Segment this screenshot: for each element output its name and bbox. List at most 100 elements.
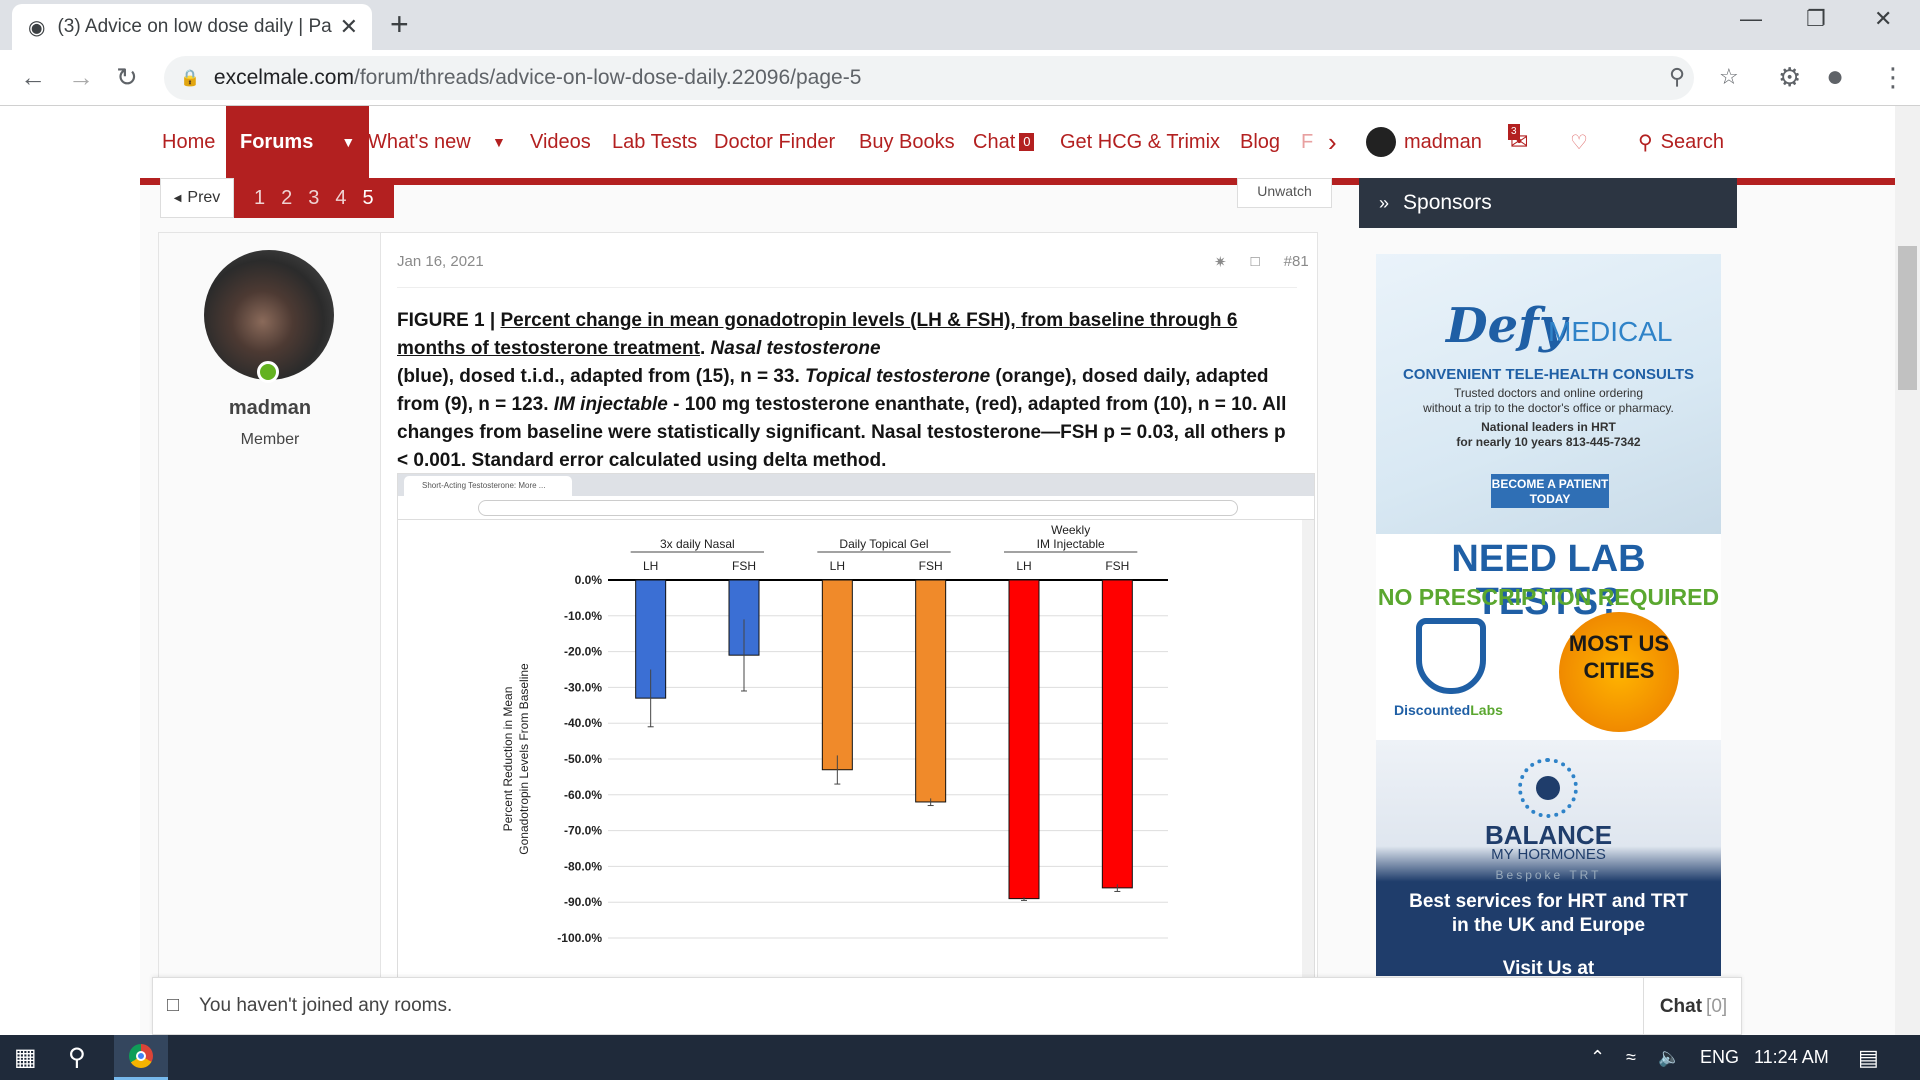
inbox-icon[interactable]: ✉ 3 <box>1508 106 1528 178</box>
discounted-labs-ad[interactable]: NEED LAB TESTS? NO PRESCRIPTION REQUIRED… <box>1376 534 1721 740</box>
y-tick-label: -30.0% <box>564 680 602 694</box>
nav-blog[interactable]: Blog <box>1240 106 1280 178</box>
page-1-link[interactable]: 1 <box>254 187 265 210</box>
nav-chat[interactable]: Chat 0 <box>973 106 1035 178</box>
nav-more[interactable]: F <box>1301 106 1313 178</box>
prev-page-button[interactable]: ◀ Prev <box>160 178 234 218</box>
sponsors-title: Sponsors <box>1403 191 1492 214</box>
embedded-screenshot[interactable]: Short-Acting Testosterone: More ... 0.0%… <box>397 473 1315 993</box>
y-tick-label: -50.0% <box>564 752 602 766</box>
embedded-scrollbar <box>1302 520 1314 992</box>
forward-icon[interactable]: → <box>68 62 94 92</box>
y-tick-label: 0.0% <box>575 573 603 587</box>
avatar <box>1366 127 1396 157</box>
chat-toggle-button[interactable]: Chat [0] <box>1643 978 1743 1036</box>
category-label: LH <box>1016 559 1031 573</box>
embedded-address-bar <box>478 500 1238 516</box>
bookmark-star-icon[interactable]: ☆ <box>1719 64 1739 90</box>
window-close-icon[interactable]: ✕ <box>1874 6 1892 32</box>
page-5-link[interactable]: 5 <box>363 187 374 210</box>
flask-icon <box>1416 618 1486 694</box>
nav-home[interactable]: Home <box>162 106 215 178</box>
nav-videos[interactable]: Videos <box>530 106 591 178</box>
forum-post: madman Member Jan 16, 2021 ✷ □ #81 FIGUR… <box>158 232 1318 993</box>
category-label: FSH <box>1105 559 1129 573</box>
language-indicator[interactable]: ENG <box>1700 1035 1739 1080</box>
prev-label: Prev <box>187 189 221 206</box>
tray-chevron-icon[interactable]: ⌃ <box>1590 1035 1605 1080</box>
category-label: LH <box>830 559 845 573</box>
post-date[interactable]: Jan 16, 2021 <box>397 253 484 270</box>
post-meta-divider <box>397 287 1297 288</box>
ad1-headline: CONVENIENT TELE-HEALTH CONSULTS <box>1402 366 1695 383</box>
menu-dots-icon[interactable]: ⋮ <box>1880 62 1906 92</box>
ad1-text: Trusted doctors and online ordering witho… <box>1423 386 1674 415</box>
share-icon[interactable]: ✷ <box>1214 253 1227 271</box>
nav-forums[interactable]: Forums ▼ <box>226 106 370 178</box>
page-3-link[interactable]: 3 <box>308 187 319 210</box>
nav-lab-tests[interactable]: Lab Tests <box>612 106 697 178</box>
post-user-panel: madman Member <box>159 233 381 993</box>
gonadotropin-chart: 0.0% -10.0% -20.0% -30.0% -40.0% -50.0% -60.0%… <box>501 523 1168 945</box>
scrollbar-thumb[interactable] <box>1898 246 1917 390</box>
post-username[interactable]: madman <box>159 397 381 420</box>
ad1-cta-button[interactable]: BECOME A PATIENT TODAY <box>1491 474 1609 508</box>
address-bar[interactable]: 🔒 excelmale.com/forum/threads/advice-on-… <box>164 56 1739 100</box>
defy-medical-ad[interactable]: Defy MEDICAL CONVENIENT TELE-HEALTH CONS… <box>1376 254 1721 534</box>
nav-search[interactable]: ⚲ Search <box>1638 106 1724 178</box>
search-icon: ⚲ <box>1638 131 1653 154</box>
group-label: IM Injectable <box>1037 537 1105 551</box>
ad3-tagline: Bespoke TRT <box>1495 868 1602 882</box>
nav-whats-new[interactable]: What's new <box>368 106 471 178</box>
back-icon[interactable]: ← <box>20 62 46 92</box>
bookmark-icon[interactable]: □ <box>1251 253 1260 271</box>
lock-icon: 🔒 <box>180 70 200 87</box>
category-label: FSH <box>732 559 756 573</box>
online-indicator-icon <box>257 361 279 383</box>
extensions-icon[interactable]: ⚙ <box>1778 62 1801 92</box>
restore-icon[interactable]: ❐ <box>1806 6 1826 32</box>
nav-user[interactable]: madman <box>1366 106 1482 178</box>
chevron-down-icon[interactable]: ▼ <box>341 134 355 150</box>
chrome-taskbar-icon[interactable] <box>114 1035 168 1080</box>
ad3-text: Best services for HRT and TRT in the UK a… <box>1409 891 1688 936</box>
bell-icon[interactable]: ♡ <box>1570 106 1588 178</box>
balance-hormones-ad[interactable]: BALANCE MY HORMONES Bespoke TRT Best ser… <box>1376 740 1721 976</box>
nav-doctor-finder[interactable]: Doctor Finder <box>714 106 835 178</box>
y-tick-label: -60.0% <box>564 788 602 802</box>
notifications-icon[interactable]: ▤ <box>1858 1035 1879 1080</box>
page-scrollbar[interactable] <box>1895 106 1920 1035</box>
clock[interactable]: 11:24 AM <box>1754 1035 1829 1080</box>
wifi-icon[interactable]: ≈ <box>1626 1035 1636 1080</box>
nav-forums-label: Forums <box>240 130 314 153</box>
volume-icon[interactable]: 🔈 <box>1658 1035 1680 1080</box>
post-number[interactable]: #81 <box>1284 253 1309 271</box>
embedded-tabstrip: Short-Acting Testosterone: More ... <box>398 474 1314 496</box>
unwatch-button[interactable]: Unwatch <box>1237 178 1332 208</box>
search-icon[interactable]: ⚲ <box>68 1035 86 1080</box>
close-tab-icon[interactable]: ✕ <box>340 14 358 40</box>
zoom-icon[interactable]: ⚲ <box>1669 64 1685 90</box>
minimize-icon[interactable]: — <box>1740 6 1762 32</box>
ad2-headline: NEED LAB TESTS? <box>1451 538 1646 623</box>
chat-message: You haven't joined any rooms. <box>199 995 453 1016</box>
reload-icon[interactable]: ↻ <box>116 62 138 92</box>
windows-start-icon[interactable]: ▦ <box>14 1035 37 1080</box>
nav-chat-label: Chat <box>973 130 1016 153</box>
nav-hcg[interactable]: Get HCG & Trimix <box>1060 106 1220 178</box>
page-2-link[interactable]: 2 <box>281 187 292 210</box>
y-tick-label: -20.0% <box>564 645 602 659</box>
page-4-link[interactable]: 4 <box>335 187 346 210</box>
chevron-down-icon[interactable]: ▼ <box>492 106 506 178</box>
chevron-right-icon[interactable]: › <box>1328 106 1337 178</box>
embedded-toolbar <box>398 496 1314 520</box>
url-text: excelmale.com/forum/threads/advice-on-lo… <box>213 66 862 89</box>
browser-tab[interactable]: ◉ (3) Advice on low dose daily | Page 5 … <box>12 4 372 50</box>
category-label: LH <box>643 559 658 573</box>
nav-buy-books[interactable]: Buy Books <box>859 106 955 178</box>
profile-icon[interactable]: ● <box>1826 62 1844 92</box>
ad2-burst: MOST US CITIES <box>1559 612 1679 732</box>
group-label: Weekly <box>1051 523 1090 537</box>
browser-tabstrip: ◉ (3) Advice on low dose daily | Page 5 … <box>0 0 1920 50</box>
new-tab-icon[interactable]: + <box>390 6 409 42</box>
